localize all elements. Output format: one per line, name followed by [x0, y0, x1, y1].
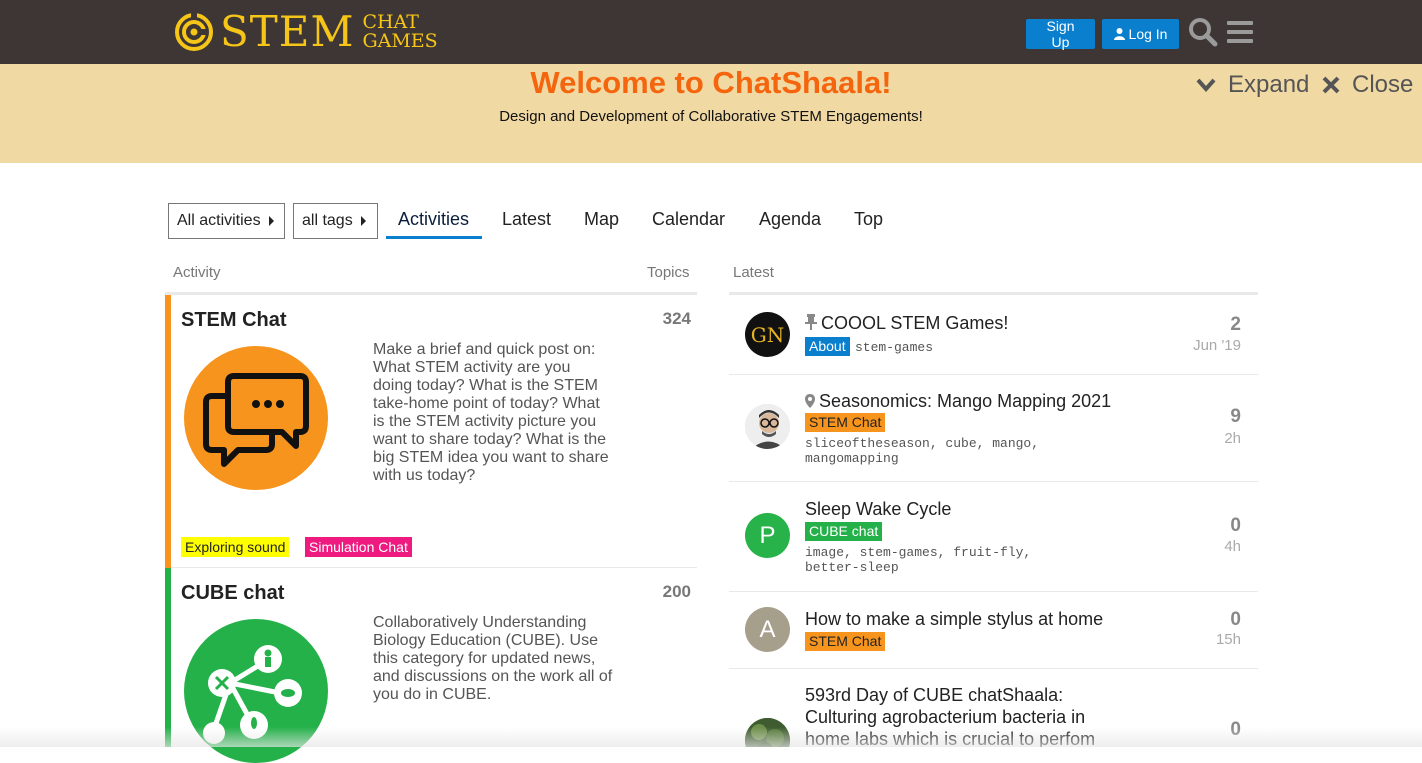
chat-bubbles-icon [184, 346, 328, 490]
avatar[interactable]: GN [745, 312, 790, 357]
log-in-button[interactable]: Log In [1102, 19, 1179, 49]
category-topic-count: 324 [662, 309, 691, 328]
pin-icon [805, 314, 817, 330]
avatar-initials: P [759, 521, 776, 549]
close-label: Close [1352, 71, 1414, 98]
expand-label: Expand [1228, 71, 1310, 98]
site-logo[interactable]: STEM CHAT GAMES [174, 10, 438, 54]
topic-title[interactable]: How to make a simple stylus at home [805, 608, 1135, 630]
reply-count: 9 [1230, 406, 1241, 427]
topic-title[interactable]: Sleep Wake Cycle [805, 498, 1135, 520]
reply-count: 0 [1230, 609, 1241, 630]
tab-top[interactable]: Top [854, 209, 883, 230]
reply-count: 0 [1230, 515, 1241, 536]
category-name[interactable]: STEM Chat [181, 309, 287, 332]
topic-age[interactable]: 4h [1224, 538, 1241, 555]
topic-title[interactable]: Seasonomics: Mango Mapping 2021 [805, 390, 1145, 412]
topic-age[interactable]: 15h [1216, 631, 1241, 648]
tags-dropdown[interactable]: all tags [293, 203, 378, 239]
logo-subtext: CHAT GAMES [362, 13, 437, 51]
expand-button[interactable]: Expand [1196, 70, 1309, 100]
tab-activities[interactable]: Activities [398, 209, 469, 230]
category-color-bar [165, 295, 171, 568]
avatar[interactable]: P [745, 513, 790, 558]
user-icon [1113, 28, 1125, 40]
tab-calendar[interactable]: Calendar [652, 209, 725, 230]
tab-agenda[interactable]: Agenda [759, 209, 821, 230]
user-photo-avatar [745, 404, 790, 449]
tab-map[interactable]: Map [584, 209, 619, 230]
tab-latest[interactable]: Latest [502, 209, 551, 230]
log-in-label: Log In [1128, 26, 1168, 42]
tags-dropdown-label: all tags [302, 212, 353, 229]
category-badge[interactable]: STEM Chat [805, 632, 886, 651]
topic-row[interactable]: A How to make a simple stylus at home ST… [729, 592, 1258, 669]
category-badge[interactable]: CUBE chat [805, 522, 883, 541]
banner-subtitle: Design and Development of Collaborative … [499, 108, 923, 125]
close-icon [1322, 76, 1340, 94]
site-header: STEM CHAT GAMES Sign Up Log In [0, 0, 1422, 64]
topic-age[interactable]: Jun '19 [1193, 337, 1241, 354]
search-icon[interactable] [1188, 17, 1218, 47]
latest-column-header: Latest [733, 264, 774, 281]
location-icon [805, 394, 815, 408]
topic-tags-line2[interactable]: better-sleep [805, 560, 899, 575]
topic-row[interactable]: P Sleep Wake Cycle CUBE chat image, stem… [729, 482, 1258, 592]
topic-tags-line1[interactable]: sliceoftheseason, cube, mango, [805, 436, 1039, 451]
topic-tags[interactable]: stem-games [855, 340, 933, 355]
avatar-initials: A [759, 615, 776, 643]
active-tab-indicator [386, 236, 482, 239]
subcategory-simulation-chat[interactable]: Simulation Chat [305, 537, 412, 557]
category-name[interactable]: CUBE chat [181, 582, 284, 605]
hamburger-icon[interactable] [1225, 17, 1255, 47]
topics-column-header: Topics [647, 264, 690, 281]
logo-stem-text: STEM [220, 7, 355, 56]
category-cube-chat: CUBE chat 200 Collaboratively Understand… [165, 568, 697, 763]
subcategory-exploring-sound[interactable]: Exploring sound [181, 537, 290, 557]
avatar[interactable] [745, 404, 790, 449]
category-description: Collaboratively Understanding Biology Ed… [373, 614, 613, 703]
category-badge[interactable]: About [805, 337, 850, 356]
category-description: Make a brief and quick post on: What STE… [373, 341, 609, 484]
topic-title-text: Sleep Wake Cycle [805, 499, 952, 519]
avatar-initials: GN [750, 322, 785, 347]
sign-up-button[interactable]: Sign Up [1026, 18, 1095, 50]
caret-right-icon [360, 216, 366, 226]
activities-dropdown[interactable]: All activities [168, 203, 285, 239]
topic-title-text: How to make a simple stylus at home [805, 609, 1104, 629]
topic-tags-line2[interactable]: mangomapping [805, 451, 899, 466]
maze-logo-icon [175, 13, 213, 51]
category-badge[interactable]: STEM Chat [805, 413, 886, 432]
activity-column-header: Activity [173, 264, 221, 281]
logo-games-text: GAMES [362, 30, 438, 52]
caret-right-icon [268, 216, 274, 226]
avatar[interactable]: A [745, 607, 790, 652]
welcome-banner: Welcome to ChatShaala! Design and Develo… [0, 64, 1422, 163]
topic-age[interactable]: 2h [1224, 430, 1241, 447]
topic-title-text: Seasonomics: Mango Mapping 2021 [819, 391, 1112, 411]
category-color-bar [165, 568, 171, 747]
activities-dropdown-label: All activities [177, 212, 261, 229]
topic-title-text: COOOL STEM Games! [821, 313, 1009, 333]
category-stem-chat: STEM Chat 324 Make a brief and quick pos… [165, 295, 697, 568]
category-topic-count: 200 [662, 582, 691, 601]
topic-tags-line1[interactable]: image, stem-games, fruit-fly, [805, 545, 1031, 560]
topic-row[interactable]: GN COOOL STEM Games! About stem-games 2 … [729, 295, 1258, 375]
topic-row[interactable]: Seasonomics: Mango Mapping 2021 STEM Cha… [729, 375, 1258, 482]
close-button[interactable]: Close [1322, 70, 1413, 100]
reply-count: 2 [1230, 314, 1241, 335]
chevron-down-icon [1196, 78, 1216, 92]
bottom-fade [0, 727, 1422, 747]
topic-title[interactable]: COOOL STEM Games! [805, 312, 1135, 334]
